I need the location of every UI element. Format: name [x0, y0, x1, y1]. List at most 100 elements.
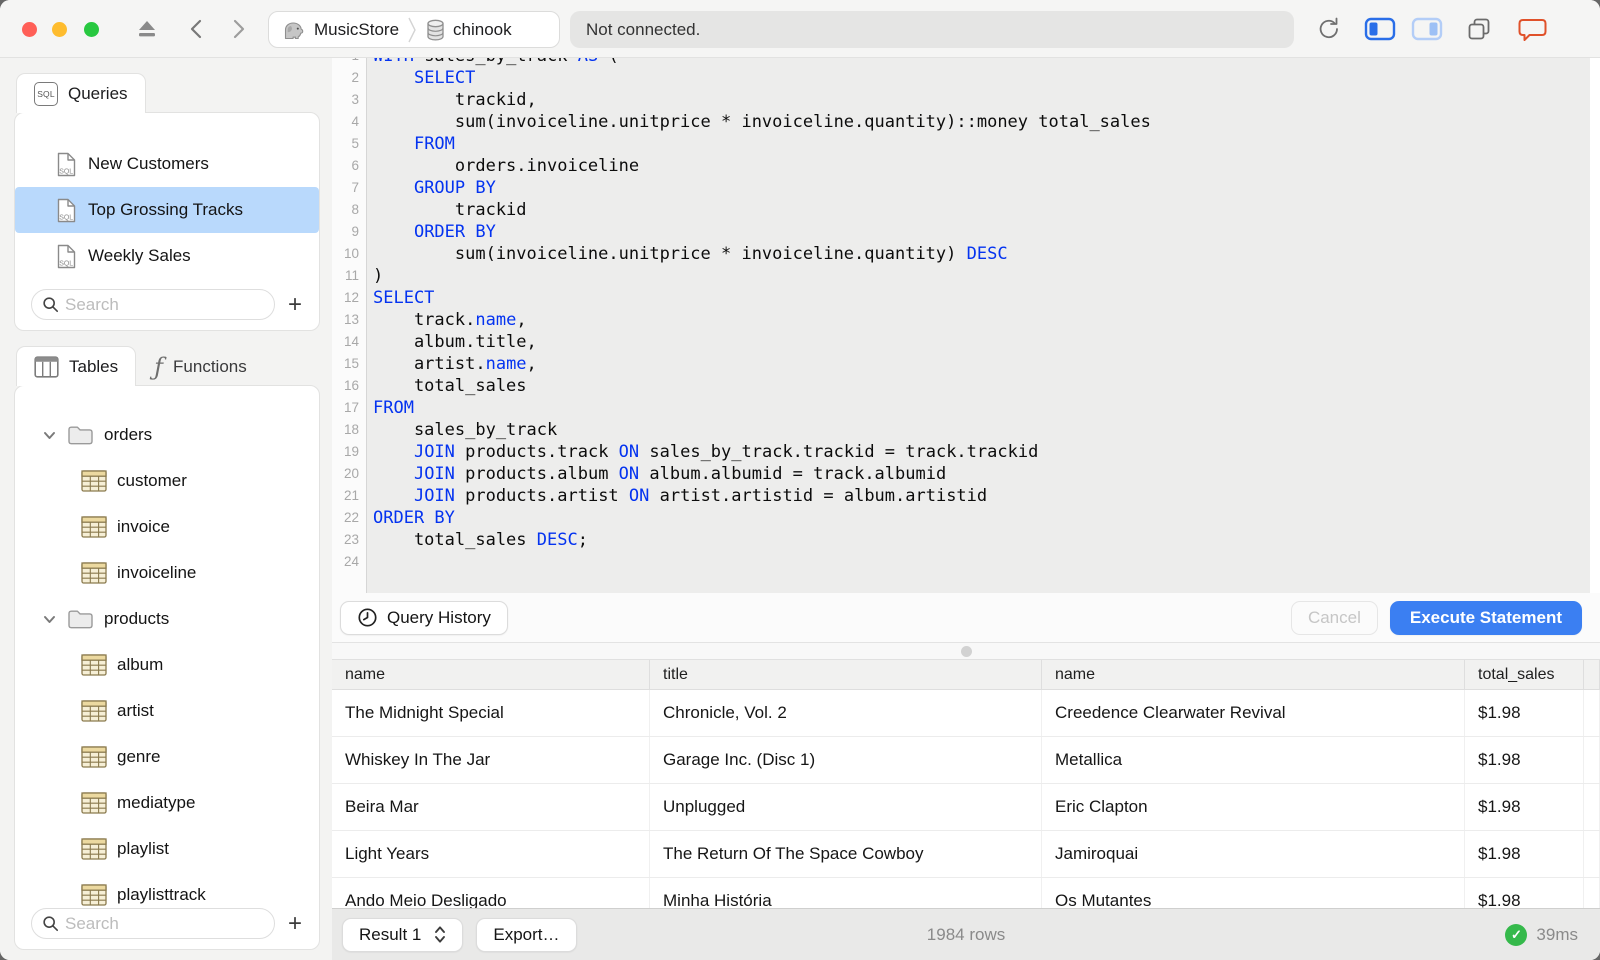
breadcrumb-database[interactable]: chinook: [425, 18, 512, 42]
query-history-button[interactable]: Query History: [340, 600, 508, 635]
table-cell[interactable]: Jamiroquai: [1042, 831, 1465, 877]
feedback-button[interactable]: [1514, 13, 1550, 45]
table-cell[interactable]: $1.98: [1465, 831, 1584, 877]
query-item[interactable]: SQL Weekly Sales: [15, 233, 319, 279]
result-selector[interactable]: Result 1: [342, 917, 464, 952]
column-header[interactable]: name: [332, 660, 650, 689]
line-number: 15: [343, 356, 359, 371]
code-line: WITH sales_by_track AS (: [373, 58, 1590, 67]
chevron-right-icon: [233, 19, 245, 39]
query-item[interactable]: SQL New Customers: [15, 141, 319, 187]
table-row[interactable]: Beira Mar Unplugged Eric Clapton $1.98: [332, 784, 1600, 831]
table-cell[interactable]: Light Years: [332, 831, 650, 877]
tree-table[interactable]: mediatype: [15, 780, 319, 826]
line-number: 21: [343, 488, 359, 503]
chevron-down-icon[interactable]: [42, 612, 57, 627]
table-row[interactable]: Whiskey In The Jar Garage Inc. (Disc 1) Me…: [332, 737, 1600, 784]
code-line: SELECT: [413, 68, 476, 88]
table-icon: [81, 654, 107, 676]
code-line: artist.name,: [373, 354, 537, 374]
table-cell[interactable]: Whiskey In The Jar: [332, 737, 650, 783]
toggle-right-sidebar-button[interactable]: [1409, 13, 1445, 45]
tree-folder[interactable]: products: [15, 596, 319, 642]
table-cell[interactable]: The Return Of The Space Cowboy: [650, 831, 1042, 877]
eject-button[interactable]: [133, 13, 161, 45]
chevron-down-icon[interactable]: [42, 428, 57, 443]
chevron-left-icon: [190, 19, 202, 39]
table-cell[interactable]: Minha História: [650, 878, 1042, 908]
table-cell[interactable]: $1.98: [1465, 878, 1584, 908]
query-history-label: Query History: [387, 607, 491, 627]
table-cell[interactable]: $1.98: [1465, 784, 1584, 830]
table-cell[interactable]: Os Mutantes: [1042, 878, 1465, 908]
minimize-window-button[interactable]: [52, 22, 67, 37]
table-cell-spacer: [1584, 737, 1600, 783]
breadcrumb-connection[interactable]: MusicStore: [281, 18, 399, 42]
export-button[interactable]: Export…: [476, 917, 577, 952]
svg-text:SQL: SQL: [59, 214, 73, 221]
sql-editor[interactable]: 123456789101112131415161718192021222324 …: [332, 58, 1600, 593]
table-cell[interactable]: The Midnight Special: [332, 690, 650, 736]
tree-table-label: playlisttrack: [117, 885, 206, 904]
tree-table[interactable]: genre: [15, 734, 319, 780]
line-number: 17: [343, 400, 359, 415]
tab-functions[interactable]: ƒ Functions: [136, 346, 265, 386]
tree-table[interactable]: customer: [15, 458, 319, 504]
close-window-button[interactable]: [22, 22, 37, 37]
add-query-button[interactable]: +: [283, 292, 307, 317]
execute-statement-button[interactable]: Execute Statement: [1389, 600, 1582, 635]
clock-icon: [358, 608, 377, 627]
back-button[interactable]: [183, 13, 211, 45]
connection-status-bar: Not connected.: [570, 11, 1294, 48]
breadcrumb[interactable]: MusicStore chinook: [268, 11, 560, 48]
table-cell[interactable]: Creedence Clearwater Revival: [1042, 690, 1465, 736]
editor-scrollbar-gutter[interactable]: [1590, 58, 1600, 593]
toggle-left-sidebar-button[interactable]: [1362, 13, 1398, 45]
table-row[interactable]: Light Years The Return Of The Space Cowbo…: [332, 831, 1600, 878]
tables-search-input[interactable]: [31, 908, 275, 939]
table-row[interactable]: Ando Meio Desligado Minha História Os Muta…: [332, 878, 1600, 908]
queries-search-input[interactable]: [31, 289, 275, 320]
line-number: 2: [351, 70, 359, 85]
forward-button[interactable]: [224, 13, 252, 45]
tab-queries[interactable]: SQL Queries: [16, 73, 146, 113]
tree-table[interactable]: album: [15, 642, 319, 688]
code-line: total_sales: [373, 376, 527, 396]
query-item-selected[interactable]: SQL Top Grossing Tracks: [15, 187, 319, 233]
column-header[interactable]: total_sales: [1465, 660, 1584, 689]
tab-tables[interactable]: Tables: [16, 346, 137, 386]
table-cell-spacer: [1584, 784, 1600, 830]
line-number: 9: [351, 224, 359, 239]
add-table-button[interactable]: +: [283, 911, 307, 936]
table-cell[interactable]: Eric Clapton: [1042, 784, 1465, 830]
windows-button[interactable]: [1462, 13, 1496, 45]
pane-splitter[interactable]: [332, 643, 1600, 660]
tree-table[interactable]: invoiceline: [15, 550, 319, 596]
line-number: 14: [343, 334, 359, 349]
line-number: 16: [343, 378, 359, 393]
table-cell[interactable]: Beira Mar: [332, 784, 650, 830]
table-cell[interactable]: $1.98: [1465, 690, 1584, 736]
cancel-button[interactable]: Cancel: [1290, 600, 1378, 635]
tree-table-label: playlist: [117, 839, 169, 858]
refresh-button[interactable]: [1312, 13, 1346, 45]
column-header[interactable]: name: [1042, 660, 1465, 689]
line-number: 5: [351, 136, 359, 151]
zoom-window-button[interactable]: [84, 22, 99, 37]
eject-icon: [139, 21, 155, 37]
table-cell[interactable]: Chronicle, Vol. 2: [650, 690, 1042, 736]
table-cell[interactable]: $1.98: [1465, 737, 1584, 783]
table-row[interactable]: The Midnight Special Chronicle, Vol. 2 Cre…: [332, 690, 1600, 737]
column-header[interactable]: title: [650, 660, 1042, 689]
tree-table[interactable]: artist: [15, 688, 319, 734]
table-cell[interactable]: Unplugged: [650, 784, 1042, 830]
table-cell[interactable]: Ando Meio Desligado: [332, 878, 650, 908]
table-cell[interactable]: Garage Inc. (Disc 1): [650, 737, 1042, 783]
tree-table[interactable]: playlist: [15, 826, 319, 872]
tree-table[interactable]: invoice: [15, 504, 319, 550]
code-area[interactable]: WITH sales_by_track AS ( SELECT trackid,…: [367, 58, 1590, 593]
query-item-label: Top Grossing Tracks: [88, 200, 243, 219]
table-cell[interactable]: Metallica: [1042, 737, 1465, 783]
tree-folder[interactable]: orders: [15, 412, 319, 458]
query-item-label: Weekly Sales: [88, 246, 191, 265]
